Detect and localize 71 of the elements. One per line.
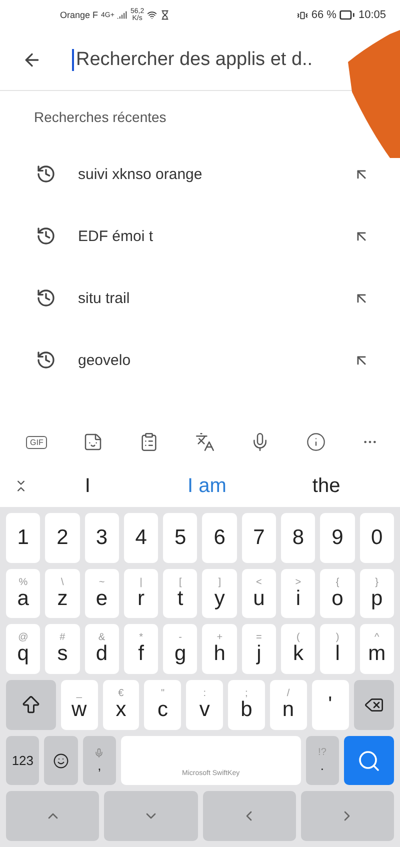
key[interactable]: ~ e <box>84 568 119 618</box>
search-icon <box>356 748 381 773</box>
key[interactable]: ; b <box>228 680 265 730</box>
key[interactable]: : v <box>186 680 224 730</box>
period-key[interactable]: !? . <box>306 736 339 786</box>
key[interactable]: 0 <box>360 513 394 563</box>
emoji-key[interactable] <box>44 736 78 786</box>
key[interactable]: 6 <box>202 513 237 563</box>
symbols-key[interactable]: 123 <box>6 736 40 786</box>
history-icon <box>36 164 56 184</box>
key[interactable]: \ z <box>45 568 80 618</box>
comma-key[interactable]: , <box>82 736 116 786</box>
hourglass-icon <box>160 10 170 20</box>
key[interactable]: / n <box>270 680 307 730</box>
key[interactable]: 5 <box>163 513 198 563</box>
history-icon <box>36 350 56 370</box>
key[interactable]: ( k <box>281 624 316 674</box>
key[interactable]: # s <box>45 624 80 674</box>
key[interactable]: + h <box>202 624 237 674</box>
key[interactable]: ) l <box>320 624 355 674</box>
key[interactable]: 8 <box>281 513 316 563</box>
key[interactable]: | r <box>124 568 158 618</box>
word-suggestion[interactable]: I am <box>147 474 267 498</box>
recent-search[interactable]: situ trail <box>78 290 331 306</box>
key[interactable]: - g <box>163 624 198 674</box>
backspace-key[interactable] <box>354 680 394 730</box>
key[interactable]: 2 <box>45 513 80 563</box>
battery-percent: 66 % <box>311 9 336 21</box>
carrier-name: Orange F <box>60 10 98 20</box>
shift-key[interactable] <box>6 680 56 730</box>
key[interactable]: 7 <box>242 513 276 563</box>
wifi-icon <box>147 10 158 20</box>
section-title: Recherches récentes <box>33 108 168 127</box>
recent-search[interactable]: EDF émoi t <box>78 228 331 244</box>
key[interactable]: < u <box>242 568 276 618</box>
key[interactable]: [ t <box>163 568 198 618</box>
recent-search[interactable]: geovelo <box>78 352 331 368</box>
signal-icon <box>117 10 128 20</box>
key[interactable]: & d <box>84 624 119 674</box>
history-icon <box>36 226 56 246</box>
key[interactable]: { o <box>320 568 355 618</box>
key[interactable]: } p <box>360 568 394 618</box>
history-icon <box>36 288 56 308</box>
key[interactable]: @ q <box>6 624 40 674</box>
microphone-icon <box>94 748 104 758</box>
smiley-icon <box>53 752 70 769</box>
sticker-icon[interactable] <box>83 432 104 452</box>
key[interactable]: 4 <box>124 513 158 563</box>
key[interactable]: ] y <box>202 568 237 618</box>
search-key[interactable] <box>344 736 394 786</box>
key[interactable]: > i <box>281 568 316 618</box>
key[interactable]: ^ m <box>360 624 394 674</box>
key[interactable]: 3 <box>84 513 119 563</box>
key[interactable]: 1 <box>6 513 40 563</box>
key[interactable]: " c <box>144 680 182 730</box>
gif-button[interactable]: GIF <box>26 436 48 448</box>
info-icon[interactable] <box>306 432 326 452</box>
key[interactable]: € x <box>102 680 140 730</box>
key[interactable]: % a <box>6 568 40 618</box>
translate-icon[interactable] <box>194 432 215 452</box>
key[interactable]: 9 <box>320 513 355 563</box>
key[interactable]: _ w <box>60 680 98 730</box>
word-suggestion[interactable]: the <box>266 474 386 498</box>
key[interactable]: * f <box>124 624 158 674</box>
recent-search[interactable]: suivi xknso orange <box>78 166 331 182</box>
word-suggestion[interactable]: I <box>28 474 148 498</box>
vibrate-icon <box>297 10 308 20</box>
clock: 10:05 <box>358 9 386 21</box>
key[interactable]: ' <box>312 680 349 730</box>
key[interactable]: = j <box>242 624 276 674</box>
clipboard-icon[interactable] <box>138 432 159 452</box>
